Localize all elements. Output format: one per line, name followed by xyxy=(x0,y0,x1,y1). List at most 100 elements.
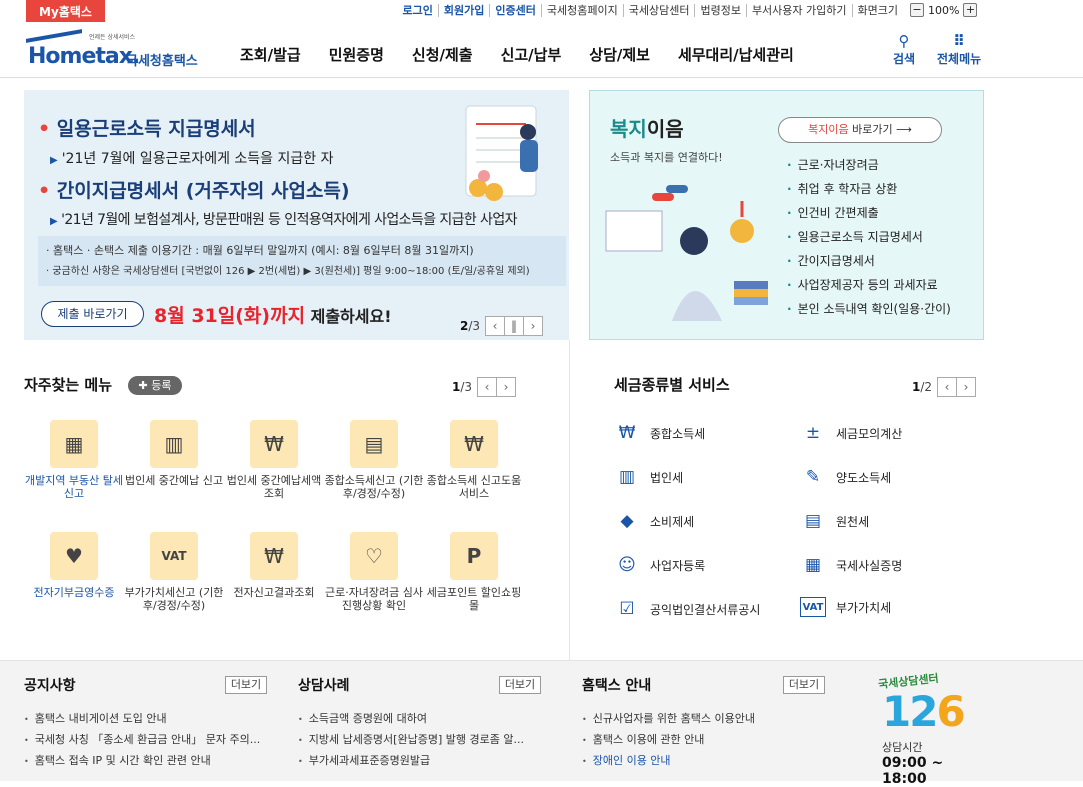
taxtype-item[interactable]: ▤ 원천세 xyxy=(800,509,869,533)
notice-more-button[interactable]: 더보기 xyxy=(225,676,267,694)
grid-menu-icon: ⠿ xyxy=(953,32,965,50)
consult-item[interactable]: 부가세과세표준증명원발급 xyxy=(298,751,524,772)
favorite-item[interactable]: ▦ 개발지역 부동산 탈세신고 xyxy=(24,420,124,500)
signup-link[interactable]: 회원가입 xyxy=(437,4,489,17)
welfare-link[interactable]: 인건비 간편제출 xyxy=(787,201,951,225)
taxtype-item[interactable]: ₩ 종합소득세 xyxy=(614,421,706,445)
nts-homepage-link[interactable]: 국세청홈페이지 xyxy=(540,4,623,17)
guide-more-button[interactable]: 더보기 xyxy=(783,676,825,694)
guide-item[interactable]: 홈택스 이용에 관한 안내 xyxy=(582,730,755,751)
certificate-document-icon: ▦ xyxy=(804,555,822,575)
guide-item[interactable]: 장애인 이용 안내 xyxy=(582,751,755,772)
hometax-logo[interactable]: 언제든 상세서비스 Hometax. 국세청홈택스 xyxy=(24,29,209,74)
consult-more-button[interactable]: 더보기 xyxy=(499,676,541,694)
favorite-item[interactable]: ₩ 종합소득세 신고도움 서비스 xyxy=(424,420,524,500)
nav-certificates[interactable]: 민원증명 xyxy=(329,44,384,65)
nav-report-pay[interactable]: 신고/납부 xyxy=(501,44,562,65)
logo-tagline: 언제든 상세서비스 xyxy=(89,34,136,41)
welfare-subtitle: 소득과 복지를 연결하다! xyxy=(610,151,723,164)
consult-center-126[interactable]: 국세상담센터 126 상담시간 09:00 ~ 18:00 xyxy=(878,669,988,787)
zoom-out-button[interactable]: − xyxy=(910,3,924,17)
receipt-icon: ▤ xyxy=(804,511,822,531)
all-menu-button[interactable]: ⠿ 전체메뉴 xyxy=(937,32,981,67)
won-search-icon: ₩ xyxy=(250,532,298,580)
welfare-link[interactable]: 본인 소득내역 확인(일용·간이) xyxy=(787,297,951,321)
consult-item[interactable]: 소득금액 증명원에 대하여 xyxy=(298,709,524,730)
taxtype-label: 종합소득세 xyxy=(650,426,706,441)
nav-apply-submit[interactable]: 신청/제출 xyxy=(412,44,473,65)
dept-user-signup-link[interactable]: 부서사용자 가입하기 xyxy=(745,4,852,17)
favorite-item[interactable]: ▥ 법인세 중간예납 신고 xyxy=(124,420,224,487)
vat-document-icon: VAT xyxy=(800,597,826,617)
favorite-item[interactable]: VAT 부가가치세신고 (기한후/경정/수정) xyxy=(124,532,224,612)
consult-center-link[interactable]: 국세상담센터 xyxy=(622,4,695,17)
nav-inquiry-issue[interactable]: 조회/발급 xyxy=(240,44,301,65)
welfare-link[interactable]: 사업장제공자 등의 과세자료 xyxy=(787,273,951,297)
logo-wordmark: Hometax. xyxy=(28,44,140,69)
banner-next-button[interactable]: › xyxy=(523,316,544,336)
favorite-item[interactable]: ▤ 종합소득세신고 (기한후/경정/수정) xyxy=(324,420,424,500)
cert-center-link[interactable]: 인증센터 xyxy=(489,4,540,17)
favorite-item[interactable]: P 세금포인트 할인쇼핑몰 xyxy=(424,532,524,612)
taxtype-label: 부가가치세 xyxy=(836,600,892,615)
calculator-icon: ± xyxy=(805,423,821,443)
taxtype-label: 국세사실증명 xyxy=(836,558,903,573)
calendar-icon: ▤ xyxy=(350,420,398,468)
guide-item[interactable]: 신규사업자를 위한 홈택스 이용안내 xyxy=(582,709,755,730)
zoom-in-button[interactable]: + xyxy=(963,3,978,17)
taxtype-item[interactable]: ☺ 사업자등록 xyxy=(614,553,705,577)
income-tax-icon: ₩ xyxy=(618,423,636,443)
favorite-label: 근로·자녀장려금 심사진행상황 확인 xyxy=(324,586,424,612)
taxtype-item[interactable]: ▥ 법인세 xyxy=(614,465,683,489)
notice-item[interactable]: 국세청 사칭 「종소세 환급금 안내」 문자 주의... xyxy=(24,730,261,751)
welfare-link[interactable]: 간이지급명세서 xyxy=(787,249,951,273)
favorites-next-button[interactable]: › xyxy=(496,377,517,397)
banner-note-contact: · 궁금하신 사항은 국세상담센터 [국번없이 126 ▶ 2번(세법) ▶ 3… xyxy=(46,266,530,277)
favorite-item[interactable]: ♡ 근로·자녀장려금 심사진행상황 확인 xyxy=(324,532,424,612)
taxtypes-next-button[interactable]: › xyxy=(956,377,977,397)
law-info-link[interactable]: 법령정보 xyxy=(694,4,745,17)
banner-prev-button[interactable]: ‹ xyxy=(485,316,506,336)
banner-heading-1: • 일용근로소득 지급명세서 xyxy=(38,118,256,140)
taxtype-label: 세금모의계산 xyxy=(836,426,903,441)
welfare-link[interactable]: 근로·자녀장려금 xyxy=(787,153,951,177)
banner-pause-button[interactable]: ‖ xyxy=(504,316,525,336)
document-pen-icon: ✎ xyxy=(805,467,821,487)
favorite-label: 법인세 중간예납 신고 xyxy=(124,474,224,487)
notice-item[interactable]: 홈택스 접속 IP 및 시간 확인 관련 안내 xyxy=(24,751,260,772)
banner-sub-1: ▶ '21년 7월에 일용근로자에게 소득을 지급한 자 xyxy=(50,151,334,167)
taxtype-item[interactable]: VAT 부가가치세 xyxy=(800,597,891,617)
taxtype-item[interactable]: ◆ 소비제세 xyxy=(614,509,694,533)
favorites-register-button[interactable]: ✚ 등록 xyxy=(128,376,182,395)
search-button[interactable]: ⚲ 검색 xyxy=(893,32,915,67)
screen-size-label: 화면크기 xyxy=(851,4,903,17)
taxtype-label: 법인세 xyxy=(650,470,684,485)
notice-item[interactable]: 홈택스 내비게이션 도입 안내 xyxy=(24,709,260,730)
favorite-item[interactable]: ₩ 전자신고결과조회 xyxy=(224,532,324,599)
main-banner[interactable]: • 일용근로소득 지급명세서 ▶ '21년 7월에 일용근로자에게 소득을 지급한… xyxy=(24,90,569,340)
favorites-prev-button[interactable]: ‹ xyxy=(477,377,498,397)
taxtype-item[interactable]: ± 세금모의계산 xyxy=(800,421,902,445)
submit-shortcut-button[interactable]: 제출 바로가기 xyxy=(41,301,144,327)
center-hours: 09:00 ~ 18:00 xyxy=(882,755,944,787)
global-nav: 조회/발급 민원증명 신청/제출 신고/납부 상담/제보 세무대리/납세관리 xyxy=(240,44,822,65)
taxtype-label: 양도소득세 xyxy=(836,470,892,485)
nav-consult-report[interactable]: 상담/제보 xyxy=(589,44,650,65)
office-building-icon: ▥ xyxy=(618,467,636,487)
favorites-pager: 1/3 ‹ › xyxy=(452,377,517,397)
favorite-item[interactable]: ♥ 전자기부금영수증 xyxy=(24,532,124,599)
person-with-documents-illustration xyxy=(465,105,538,201)
my-hometax-tab[interactable]: My홈택스 xyxy=(26,0,105,22)
taxtype-item[interactable]: ▦ 국세사실증명 xyxy=(800,553,902,577)
login-link[interactable]: 로그인 xyxy=(398,4,438,17)
nav-tax-agent[interactable]: 세무대리/납세관리 xyxy=(678,44,794,65)
taxtypes-page-indicator: 1/2 xyxy=(912,380,933,394)
taxtype-item[interactable]: ☑ 공익법인결산서류공시 xyxy=(614,597,760,621)
taxtype-item[interactable]: ✎ 양도소득세 xyxy=(800,465,891,489)
taxtypes-prev-button[interactable]: ‹ xyxy=(937,377,958,397)
welfare-shortcut-button[interactable]: 복지이음 바로가기 ⟶ xyxy=(778,117,942,143)
welfare-link[interactable]: 취업 후 학자금 상환 xyxy=(787,177,951,201)
consult-item[interactable]: 지방세 납세증명서[완납증명] 발행 경로좀 알... xyxy=(298,730,524,751)
favorite-item[interactable]: ₩ 법인세 중간예납세액 조회 xyxy=(224,420,324,500)
welfare-link[interactable]: 일용근로소득 지급명세서 xyxy=(787,225,951,249)
